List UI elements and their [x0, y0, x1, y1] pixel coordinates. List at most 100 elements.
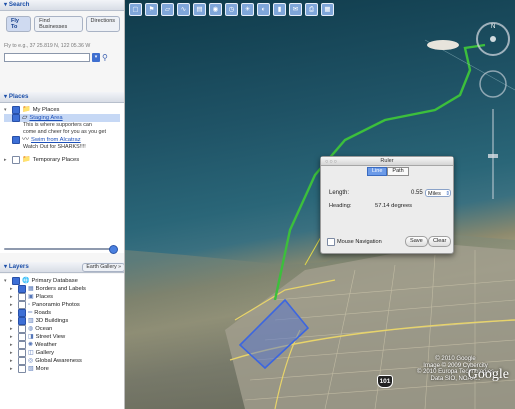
search-panel: Fly To Find Businesses Directions Fly to…: [0, 11, 124, 93]
opacity-slider[interactable]: [4, 245, 120, 254]
unit-select[interactable]: Miles ⇕: [425, 189, 451, 197]
tab-line[interactable]: Line: [367, 167, 388, 176]
layer-item[interactable]: ▸ ◨ Street View: [4, 333, 120, 341]
expand-triangle-icon[interactable]: ▸: [10, 341, 16, 349]
checkbox[interactable]: [18, 309, 26, 317]
tab-fly-to[interactable]: Fly To: [6, 16, 32, 32]
search-panel-title[interactable]: ▾ Search: [0, 0, 124, 11]
expand-triangle-icon[interactable]: ▸: [10, 333, 16, 341]
tree-item-label[interactable]: Staging Area: [29, 114, 62, 122]
checkbox[interactable]: [12, 114, 20, 122]
mouse-navigation-toggle[interactable]: Mouse Navigation: [327, 238, 382, 246]
tree-item-temporary-places[interactable]: ▸ 📁 Temporary Places: [4, 156, 120, 164]
layer-label: Street View: [35, 334, 66, 340]
layer-item[interactable]: ▸ ◍ Ocean: [4, 325, 120, 333]
expand-triangle-icon[interactable]: ▸: [10, 285, 16, 293]
ruler-title: Ruler: [380, 158, 394, 164]
overlay-icon[interactable]: ▤: [193, 3, 206, 16]
expand-triangle-icon[interactable]: ▸: [10, 301, 16, 309]
slider-knob[interactable]: [109, 245, 118, 254]
gallery-icon: ◫: [28, 350, 34, 356]
sunlight-icon[interactable]: ☀: [241, 3, 254, 16]
street-view-icon: ◨: [28, 334, 34, 340]
layer-item[interactable]: ▾ 🌐 Primary Database: [4, 277, 120, 285]
checkbox[interactable]: [18, 317, 26, 325]
expand-triangle-icon[interactable]: ▸: [10, 357, 16, 365]
fly-to-hint: Fly to e.g., 37 25.819 N, 122 05.36 W: [4, 43, 91, 49]
navigation-controls[interactable]: N: [474, 14, 512, 204]
expand-triangle-icon[interactable]: ▸: [10, 325, 16, 333]
checkbox[interactable]: [12, 136, 20, 144]
checkbox[interactable]: [12, 106, 20, 114]
layer-item[interactable]: ▸ ▣ Places: [4, 293, 120, 301]
tree-item-label: My Places: [32, 107, 60, 113]
tree-item-label[interactable]: Swim from Alcatraz: [31, 136, 81, 144]
checkbox[interactable]: [18, 333, 26, 341]
expand-triangle-icon[interactable]: ▾: [4, 106, 10, 114]
save-button[interactable]: Save: [405, 236, 428, 247]
expand-triangle-icon[interactable]: ▾: [4, 277, 10, 285]
sidebar-toggle-icon[interactable]: ▢: [129, 3, 142, 16]
history-dropdown-button[interactable]: ▾: [92, 53, 100, 62]
tree-item-my-places[interactable]: ▾ 📁 My Places: [4, 106, 120, 114]
checkbox[interactable]: [18, 325, 26, 333]
expand-triangle-icon[interactable]: ▸: [10, 293, 16, 301]
placemark-icon[interactable]: ⚑: [145, 3, 158, 16]
layer-item[interactable]: ▸ ▦ Borders and Labels: [4, 285, 120, 293]
layer-item[interactable]: ▸ ▧ More: [4, 365, 120, 373]
layer-label: Weather: [35, 342, 57, 348]
layer-label: Roads: [34, 310, 52, 316]
tree-item-swim[interactable]: 〰 Swim from Alcatraz: [4, 136, 120, 144]
places-panel-title[interactable]: ▾ Places: [0, 92, 124, 103]
clear-button[interactable]: Clear: [428, 236, 452, 247]
layer-label: Primary Database: [31, 278, 78, 284]
mouse-navigation-checkbox[interactable]: [327, 238, 335, 246]
expand-triangle-icon[interactable]: ▸: [10, 309, 16, 317]
slider-track[interactable]: [4, 248, 114, 250]
tree-item-staging-area[interactable]: ▱ Staging Area: [4, 114, 120, 122]
tab-find-businesses[interactable]: Find Businesses: [34, 16, 83, 32]
tour-icon[interactable]: ◉: [209, 3, 222, 16]
layer-item[interactable]: ▸ ═ Roads: [4, 309, 120, 317]
tree-item-label: Temporary Places: [32, 157, 80, 163]
expand-triangle-icon[interactable]: ▸: [10, 349, 16, 357]
expand-triangle-icon[interactable]: ▸: [4, 156, 10, 164]
tab-directions[interactable]: Directions: [85, 16, 120, 32]
google-logo: Google: [467, 367, 509, 382]
expand-triangle-icon[interactable]: ▸: [10, 365, 16, 373]
checkbox[interactable]: [18, 285, 26, 293]
layer-item[interactable]: ▸ ▥ 3D Buildings: [4, 317, 120, 325]
ruler-icon[interactable]: ▮: [273, 3, 286, 16]
earth-3d-view[interactable]: ▢ ⚑ ▱ ∿ ▤ ◉ ◷ ☀ ◐ ▮ ✉ ⎙ ▦ N ○○○ Ruler Li…: [125, 0, 515, 409]
checkbox[interactable]: [18, 365, 26, 373]
checkbox[interactable]: [18, 349, 26, 357]
layers-panel-title[interactable]: ▾ Layers Earth Gallery »: [0, 262, 124, 273]
earth-gallery-button[interactable]: Earth Gallery »: [82, 263, 124, 272]
layer-label: 3D Buildings: [35, 318, 69, 324]
layer-item[interactable]: ▸ ◫ Gallery: [4, 349, 120, 357]
checkbox[interactable]: [18, 293, 26, 301]
checkbox[interactable]: [12, 277, 20, 285]
historical-imagery-icon[interactable]: ◷: [225, 3, 238, 16]
checkbox[interactable]: [18, 357, 26, 365]
planets-icon[interactable]: ◐: [257, 3, 270, 16]
expand-triangle-icon[interactable]: ▸: [10, 317, 16, 325]
email-icon[interactable]: ✉: [289, 3, 302, 16]
layers-panel: ▾ 🌐 Primary Database ▸ ▦ Borders and Labels ▸ ▣…: [0, 274, 124, 409]
fly-to-input[interactable]: [4, 53, 90, 62]
polygon-tool-icon[interactable]: ▱: [161, 3, 174, 16]
layer-item[interactable]: ▸ ✺ Weather: [4, 341, 120, 349]
tab-path[interactable]: Path: [387, 167, 409, 176]
layer-item[interactable]: ▸ ◎ Global Awareness: [4, 357, 120, 365]
view-in-maps-icon[interactable]: ▦: [321, 3, 334, 16]
print-icon[interactable]: ⎙: [305, 3, 318, 16]
checkbox[interactable]: [12, 156, 20, 164]
checkbox[interactable]: [18, 341, 26, 349]
layer-item[interactable]: ▸ ▫ Panoramio Photos: [4, 301, 120, 309]
unit-select-label: Miles: [428, 191, 441, 197]
checkbox[interactable]: [18, 301, 26, 309]
window-buttons-icon[interactable]: ○○○: [325, 158, 338, 166]
ruler-title-bar[interactable]: ○○○ Ruler: [321, 157, 453, 166]
search-icon[interactable]: ⚲: [102, 53, 108, 62]
path-tool-icon[interactable]: ∿: [177, 3, 190, 16]
